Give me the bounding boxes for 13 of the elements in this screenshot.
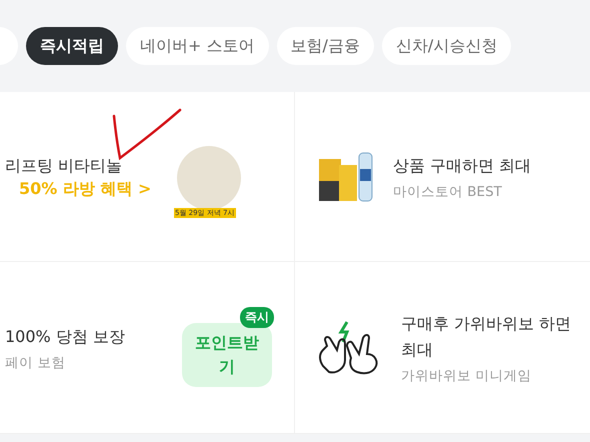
promo-title: 리프팅 비타티놀 <box>5 155 124 177</box>
tab[interactable]: 보험/금융 <box>276 27 374 65</box>
card-title: 100% 당첨 보장 <box>5 326 126 348</box>
tab[interactable]: 즉시적립 <box>26 27 118 65</box>
card-subtitle: 마이스토어 BEST <box>393 182 503 200</box>
card-subtitle: 페이 보험 <box>5 354 66 372</box>
tab[interactable]: 신차/시승신청 <box>382 27 512 65</box>
product-image <box>317 150 375 202</box>
instant-badge: 즉시 <box>240 306 274 328</box>
tab[interactable]: 네이버+ 스토어 <box>126 27 268 65</box>
card-title: 상품 구매하면 최대 <box>393 154 532 176</box>
card-title: 구매후 가위바위보 하면 최대 <box>401 312 572 360</box>
card-subtitle: 가위바위보 미니게임 <box>401 366 532 384</box>
